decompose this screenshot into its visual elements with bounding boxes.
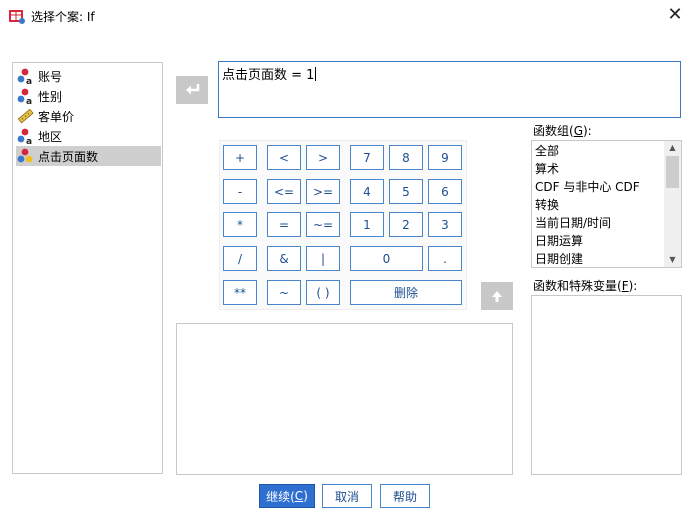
help-button[interactable]: 帮助 (380, 484, 430, 508)
expression-input[interactable]: 点击页面数 = 1 (218, 61, 681, 118)
key-not-equal[interactable]: ~= (306, 212, 340, 237)
variable-label: 点击页面数 (38, 149, 99, 164)
key-equals[interactable]: = (267, 212, 301, 237)
close-button[interactable]: ✕ (662, 4, 688, 28)
key-0[interactable]: 0 (350, 246, 423, 271)
scroll-up-icon[interactable]: ▲ (664, 141, 681, 155)
functions-special-list[interactable] (531, 295, 682, 475)
variable-item[interactable]: 点击页面数 (16, 146, 161, 166)
key-4[interactable]: 4 (350, 179, 384, 204)
calculator-keypad: + < > 7 8 9 - <= >= 4 5 6 * = ~= 1 2 3 /… (219, 140, 467, 310)
variable-label: 性别 (38, 89, 63, 104)
key-parentheses[interactable]: ( ) (306, 280, 340, 305)
functions-special-label: 函数和特殊变量(F): (533, 279, 638, 293)
key-multiply[interactable]: * (223, 212, 257, 237)
title-bar: 选择个案: If ✕ (0, 0, 692, 32)
key-5[interactable]: 5 (389, 179, 423, 204)
svg-text:a: a (26, 137, 32, 145)
nominal-variable-icon: a (17, 68, 32, 85)
cancel-button[interactable]: 取消 (322, 484, 372, 508)
svg-text:a: a (26, 97, 32, 105)
expression-text: 点击页面数 = 1 (222, 68, 315, 83)
key-power[interactable]: ** (223, 280, 257, 305)
key-and[interactable]: & (267, 246, 301, 271)
key-less-than[interactable]: < (267, 145, 301, 170)
key-7[interactable]: 7 (350, 145, 384, 170)
svg-text:a: a (26, 77, 32, 85)
variable-item[interactable]: a 性别 (16, 86, 161, 106)
variable-item[interactable]: a 账号 (16, 66, 161, 86)
key-1[interactable]: 1 (350, 212, 384, 237)
function-group-item[interactable]: 当前日期/时间 (535, 214, 611, 232)
function-group-list[interactable]: 全部 算术 CDF 与非中心 CDF 转换 当前日期/时间 日期运算 日期创建 ▲ ▼ (531, 140, 682, 268)
key-divide[interactable]: / (223, 246, 257, 271)
function-group-item[interactable]: CDF 与非中心 CDF (535, 178, 640, 196)
arrow-right-return-icon (186, 84, 200, 95)
key-or[interactable]: | (306, 246, 340, 271)
continue-button[interactable]: 继续(C) (259, 484, 315, 508)
scroll-down-icon[interactable]: ▼ (664, 253, 681, 267)
function-group-item[interactable]: 转换 (535, 196, 559, 214)
window-title: 选择个案: If (31, 10, 95, 24)
key-not[interactable]: ~ (267, 280, 301, 305)
move-variable-button[interactable] (176, 76, 208, 104)
arrow-up-icon (492, 291, 502, 302)
key-3[interactable]: 3 (428, 212, 462, 237)
key-plus[interactable]: + (223, 145, 257, 170)
ordinal-variable-icon (17, 148, 33, 163)
function-group-item[interactable]: 日期创建 (535, 250, 583, 267)
spss-app-icon (9, 10, 25, 24)
key-minus[interactable]: - (223, 179, 257, 204)
function-group-scrollbar[interactable]: ▲ ▼ (664, 141, 681, 267)
variable-item[interactable]: 客单价 (16, 106, 161, 126)
variable-label: 地区 (38, 129, 63, 144)
function-group-item[interactable]: 算术 (535, 160, 559, 178)
variable-label: 客单价 (38, 109, 75, 124)
key-8[interactable]: 8 (389, 145, 423, 170)
variable-list[interactable]: a 账号 a 性别客单价 a 地区点击页面数 (12, 62, 163, 474)
nominal-variable-icon: a (17, 128, 32, 145)
move-function-button[interactable] (481, 282, 513, 310)
key-6[interactable]: 6 (428, 179, 462, 204)
key-2[interactable]: 2 (389, 212, 423, 237)
scale-ruler-icon (17, 108, 34, 124)
text-caret (315, 67, 317, 81)
scroll-thumb[interactable] (666, 156, 679, 188)
nominal-variable-icon: a (17, 88, 32, 105)
variable-label: 账号 (38, 69, 63, 84)
function-group-label: 函数组(G): (533, 124, 592, 138)
function-group-item[interactable]: 全部 (535, 142, 559, 160)
key-delete[interactable]: 删除 (350, 280, 462, 305)
key-greater-equal[interactable]: >= (306, 179, 340, 204)
key-decimal[interactable]: . (428, 246, 462, 271)
key-less-equal[interactable]: <= (267, 179, 301, 204)
function-description-box (176, 323, 513, 475)
key-9[interactable]: 9 (428, 145, 462, 170)
function-group-item[interactable]: 日期运算 (535, 232, 583, 250)
variable-item[interactable]: a 地区 (16, 126, 161, 146)
key-greater-than[interactable]: > (306, 145, 340, 170)
